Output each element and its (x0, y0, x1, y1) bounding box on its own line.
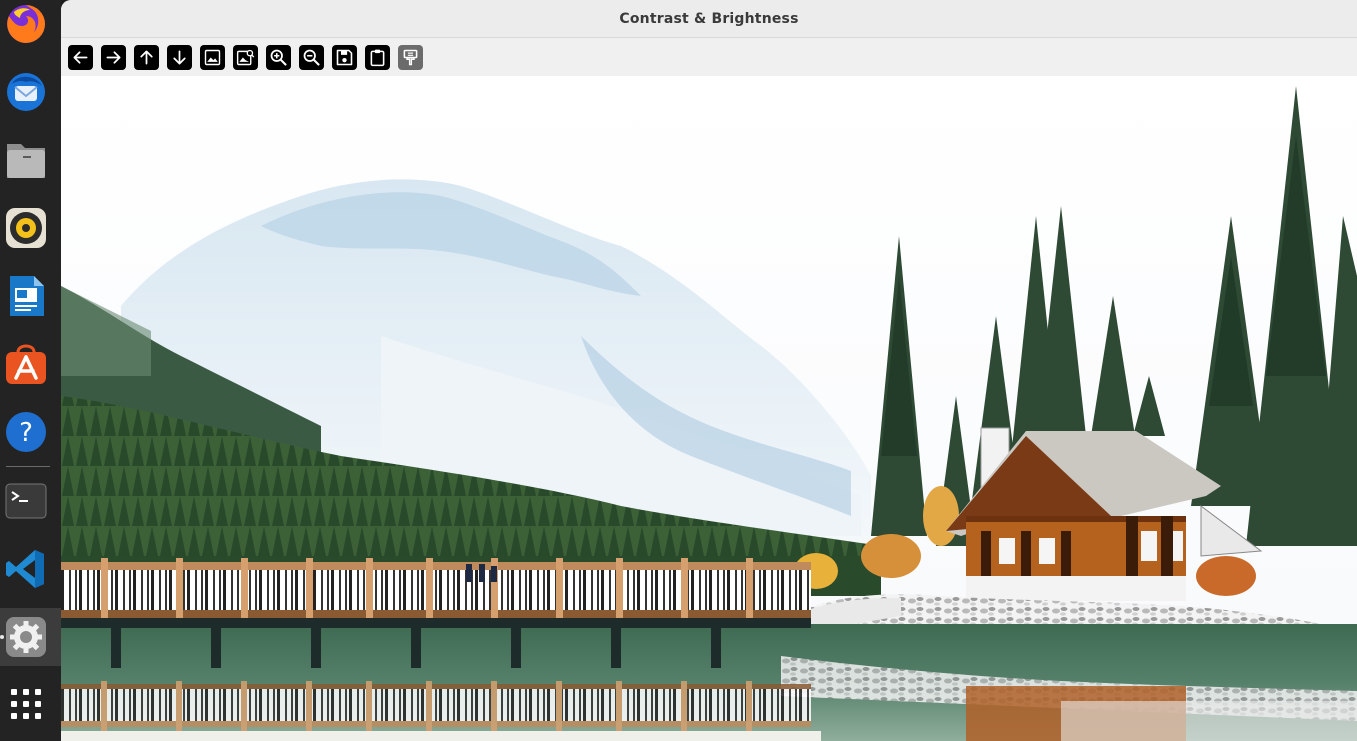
files-icon[interactable] (4, 138, 48, 182)
paint-bucket-icon (403, 49, 418, 65)
toolbar (61, 38, 1357, 76)
settings-icon[interactable] (4, 615, 48, 659)
arrow-right-icon (106, 50, 121, 64)
image-search-button[interactable] (233, 44, 258, 70)
clipboard-icon (370, 49, 385, 66)
vscode-icon[interactable] (4, 547, 48, 591)
arrow-down-icon (173, 50, 186, 64)
landscape-photo (61, 76, 1357, 741)
app-window: Contrast & Brightness (61, 0, 1357, 741)
app-center-icon[interactable] (4, 342, 48, 386)
forward-button[interactable] (101, 44, 126, 70)
back-button[interactable] (68, 44, 93, 70)
save-icon (336, 49, 353, 65)
thunderbird-icon[interactable] (4, 70, 48, 114)
rhythmbox-icon[interactable] (4, 206, 48, 250)
title-bar[interactable]: Contrast & Brightness (61, 0, 1357, 38)
svg-text:?: ? (19, 418, 33, 448)
dock: ? (0, 0, 61, 741)
terminal-icon[interactable] (4, 479, 48, 523)
up-button[interactable] (134, 44, 159, 70)
libreoffice-writer-icon[interactable] (4, 274, 48, 318)
zoom-in-icon (270, 49, 287, 66)
image-search-icon (236, 49, 255, 65)
show-apps-icon[interactable] (4, 682, 48, 726)
paint-button[interactable] (398, 44, 423, 70)
arrow-up-icon (140, 50, 153, 64)
zoom-out-icon (303, 49, 320, 66)
dock-separator (6, 466, 50, 467)
help-icon[interactable]: ? (4, 410, 48, 454)
arrow-left-icon (73, 50, 88, 64)
clipboard-button[interactable] (365, 44, 390, 70)
window-title: Contrast & Brightness (619, 10, 799, 27)
settings-running-indicator (0, 635, 4, 639)
image-button[interactable] (200, 44, 225, 70)
down-button[interactable] (167, 44, 192, 70)
zoom-out-button[interactable] (299, 44, 324, 70)
firefox-icon[interactable] (4, 2, 48, 46)
image-canvas[interactable] (61, 76, 1357, 741)
image-icon (204, 49, 221, 65)
save-button[interactable] (332, 44, 357, 70)
zoom-in-button[interactable] (266, 44, 291, 70)
